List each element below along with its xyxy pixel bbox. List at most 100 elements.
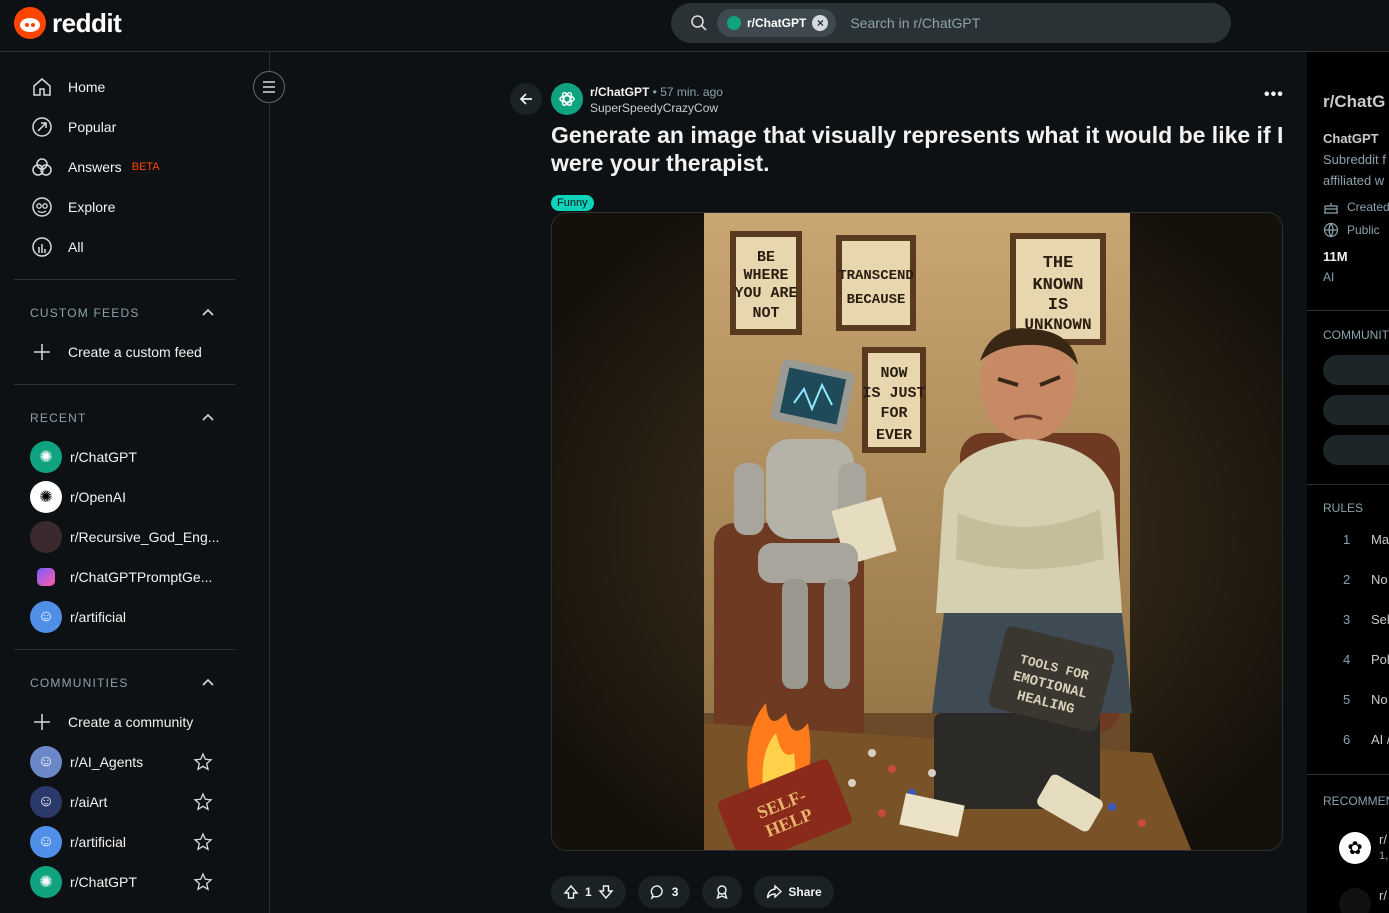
clear-scope-icon[interactable]: × bbox=[812, 15, 829, 31]
comments-button[interactable]: 3 bbox=[637, 876, 691, 908]
bookmark-button[interactable] bbox=[1323, 355, 1389, 385]
reddit-snoo-icon bbox=[14, 7, 46, 39]
community-item[interactable]: ☺ r/artificial bbox=[30, 826, 126, 858]
downvote-icon[interactable] bbox=[598, 884, 614, 900]
openai-avatar-icon: ✺ bbox=[30, 481, 62, 513]
arrow-left-icon bbox=[519, 93, 532, 105]
upvote-icon[interactable] bbox=[563, 884, 579, 900]
community-description-line1: Subreddit f bbox=[1323, 152, 1386, 167]
divider bbox=[1307, 774, 1389, 775]
create-custom-feed[interactable]: Create a custom feed bbox=[30, 332, 202, 372]
svg-text:NOT: NOT bbox=[752, 305, 779, 322]
bookmark-button[interactable] bbox=[1323, 435, 1389, 465]
community-title[interactable]: r/ChatG bbox=[1323, 92, 1385, 112]
popular-icon bbox=[30, 115, 54, 139]
rule-item[interactable]: Sel bbox=[1371, 612, 1389, 627]
created-label: Created bbox=[1347, 200, 1389, 214]
nav-label: Answers bbox=[68, 159, 122, 175]
chevron-up-icon[interactable] bbox=[202, 675, 214, 689]
recent-item[interactable]: ✺ r/ChatGPT bbox=[30, 441, 137, 473]
post-flair[interactable]: Funny bbox=[551, 195, 594, 211]
public-label: Public bbox=[1347, 223, 1380, 237]
award-icon bbox=[716, 885, 728, 900]
svg-text:IS JUST: IS JUST bbox=[862, 385, 925, 402]
members-count: 11M bbox=[1323, 249, 1348, 264]
award-button[interactable] bbox=[702, 876, 743, 908]
svg-text:BECAUSE: BECAUSE bbox=[847, 292, 906, 308]
search-scope-label: r/ChatGPT bbox=[747, 16, 807, 30]
back-button[interactable] bbox=[510, 83, 542, 115]
svg-text:YOU ARE: YOU ARE bbox=[734, 285, 797, 302]
vote-count: 1 bbox=[585, 885, 592, 899]
create-community[interactable]: Create a community bbox=[30, 702, 193, 742]
nav-popular[interactable]: Popular bbox=[30, 107, 116, 147]
communities-heading[interactable]: COMMUNITIES bbox=[30, 676, 129, 690]
community-item[interactable]: ✺ r/ChatGPT bbox=[30, 866, 137, 898]
nav-all[interactable]: All bbox=[30, 227, 84, 267]
recent-item-label: r/ChatGPTPromptGe... bbox=[70, 569, 213, 585]
star-icon[interactable] bbox=[193, 792, 213, 812]
community-item[interactable]: ☺ r/aiArt bbox=[30, 786, 107, 818]
custom-feeds-heading[interactable]: CUSTOM FEEDS bbox=[30, 306, 140, 320]
post-subreddit[interactable]: r/ChatGPT bbox=[590, 85, 649, 99]
community-item[interactable]: ☺ r/AI_Agents bbox=[30, 746, 143, 778]
recent-item[interactable]: ☺ r/artificial bbox=[30, 601, 126, 633]
recent-item[interactable]: r/Recursive_God_Eng... bbox=[30, 521, 219, 553]
reddit-logo[interactable]: reddit bbox=[14, 7, 122, 39]
recommended-name[interactable]: r/ bbox=[1379, 832, 1387, 847]
recent-item-label: r/artificial bbox=[70, 609, 127, 625]
post-image[interactable]: BE WHERE YOU ARE NOT TRANSCEND BECAUSE THE KN… bbox=[551, 212, 1283, 851]
aiart-avatar-icon: ☺ bbox=[30, 786, 62, 818]
search-bar[interactable]: r/ChatGPT × Search in r/ChatGPT bbox=[671, 3, 1231, 43]
post-actions: 1 3 Share bbox=[551, 876, 834, 908]
chevron-up-icon[interactable] bbox=[202, 410, 214, 424]
rule-number: 2 bbox=[1343, 572, 1351, 587]
rule-item[interactable]: AI / bbox=[1371, 732, 1389, 747]
chatgpt-avatar-icon bbox=[727, 16, 741, 30]
star-icon[interactable] bbox=[193, 832, 213, 852]
bookmark-button[interactable] bbox=[1323, 395, 1389, 425]
search-icon bbox=[681, 14, 717, 32]
all-icon bbox=[30, 235, 54, 259]
search-input[interactable]: Search in r/ChatGPT bbox=[850, 15, 980, 31]
public-row: Public bbox=[1323, 222, 1380, 238]
svg-text:IS: IS bbox=[1048, 296, 1068, 315]
svg-text:KNOWN: KNOWN bbox=[1032, 276, 1083, 295]
recent-item[interactable]: r/ChatGPTPromptGe... bbox=[30, 561, 212, 593]
logo-text: reddit bbox=[52, 7, 122, 38]
community-name: ChatGPT bbox=[1323, 131, 1379, 146]
nav-label: Popular bbox=[68, 119, 117, 135]
recommended-avatar-icon[interactable]: ✿ bbox=[1339, 832, 1371, 864]
menu-icon bbox=[263, 81, 275, 93]
rule-item[interactable]: Pol bbox=[1371, 652, 1389, 667]
star-icon[interactable] bbox=[193, 752, 213, 772]
divider bbox=[1307, 310, 1389, 311]
recent-heading[interactable]: RECENT bbox=[30, 411, 87, 425]
post-author[interactable]: SuperSpeedyCrazyCow bbox=[590, 101, 718, 115]
chevron-up-icon[interactable] bbox=[202, 305, 214, 319]
rule-item[interactable]: No bbox=[1371, 572, 1388, 587]
star-icon[interactable] bbox=[193, 872, 213, 892]
chatgpt-avatar-icon: ✺ bbox=[30, 441, 62, 473]
explore-icon bbox=[30, 195, 54, 219]
recent-item[interactable]: ✺ r/OpenAI bbox=[30, 481, 126, 513]
rule-number: 5 bbox=[1343, 692, 1351, 707]
rule-item[interactable]: No bbox=[1371, 692, 1388, 707]
recommended-avatar-icon[interactable] bbox=[1339, 888, 1371, 913]
svg-text:WHERE: WHERE bbox=[743, 267, 788, 284]
nav-answers[interactable]: Answers BETA bbox=[30, 147, 160, 187]
create-community-label: Create a community bbox=[68, 714, 194, 730]
svg-text:BE: BE bbox=[757, 249, 775, 266]
rule-number: 4 bbox=[1343, 652, 1351, 667]
rule-number: 3 bbox=[1343, 612, 1351, 627]
share-button[interactable]: Share bbox=[754, 876, 834, 908]
community-item-label: r/aiArt bbox=[70, 794, 108, 810]
nav-explore[interactable]: Explore bbox=[30, 187, 115, 227]
chatgpt-avatar-icon[interactable] bbox=[551, 83, 583, 115]
nav-home[interactable]: Home bbox=[30, 67, 105, 107]
search-scope-chip[interactable]: r/ChatGPT × bbox=[717, 9, 837, 37]
recommended-name[interactable]: r/ bbox=[1379, 888, 1387, 903]
more-options-icon[interactable]: ••• bbox=[1264, 86, 1284, 104]
collapse-sidebar-button[interactable] bbox=[253, 71, 285, 103]
rule-item[interactable]: Ma bbox=[1371, 532, 1389, 547]
